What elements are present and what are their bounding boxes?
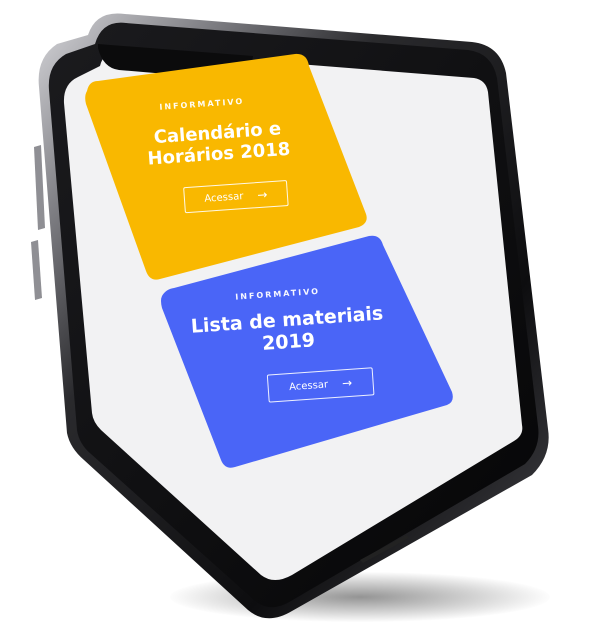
card-title: Calendário e Horários 2018 xyxy=(137,117,300,171)
arrow-right-icon: → xyxy=(256,187,268,203)
access-button-label: Acessar xyxy=(288,378,329,393)
card-title: Lista de materiais 2019 xyxy=(189,302,388,360)
app-screen: INFORMATIVO Calendário e Horários 2018 A… xyxy=(0,0,600,640)
access-button[interactable]: Acessar → xyxy=(183,180,289,214)
arrow-right-icon: → xyxy=(341,375,353,391)
phone-mockup-stage: INFORMATIVO Calendário e Horários 2018 A… xyxy=(0,0,600,640)
access-button[interactable]: Acessar → xyxy=(266,367,375,403)
card-calendar[interactable]: INFORMATIVO Calendário e Horários 2018 A… xyxy=(115,89,315,252)
card-materials[interactable]: INFORMATIVO Lista de materiais 2019 Aces… xyxy=(175,278,405,448)
access-button-label: Acessar xyxy=(204,190,244,205)
card-eyebrow: INFORMATIVO xyxy=(234,286,321,302)
card-eyebrow: INFORMATIVO xyxy=(159,96,245,112)
